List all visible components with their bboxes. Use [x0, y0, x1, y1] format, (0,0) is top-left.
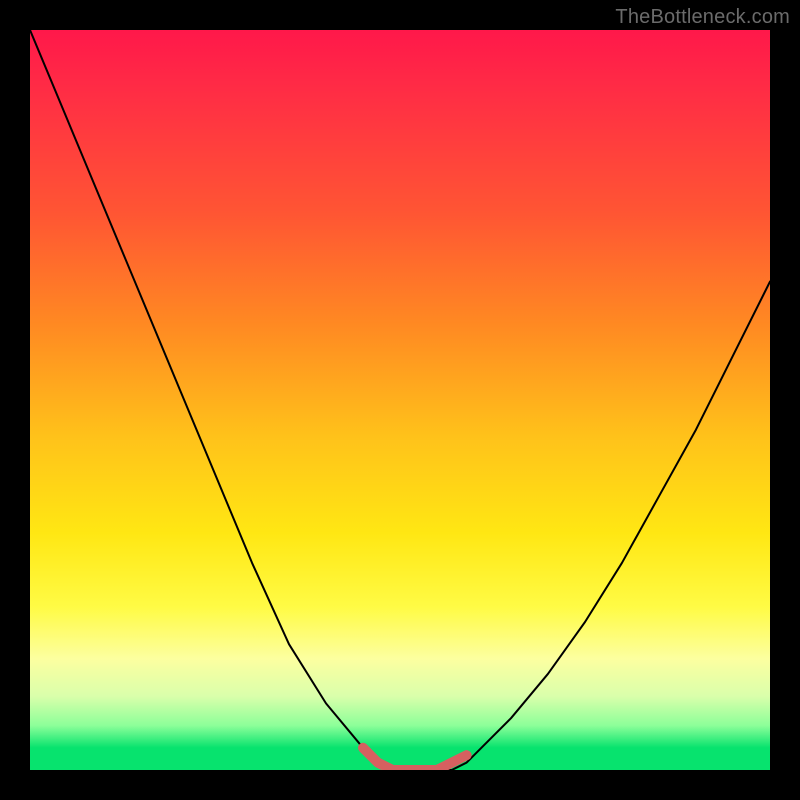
bottleneck-marker-segment [363, 748, 467, 770]
bottleneck-curve [30, 30, 770, 770]
chart-plot-area [30, 30, 770, 770]
chart-frame: TheBottleneck.com [0, 0, 800, 800]
watermark-text: TheBottleneck.com [615, 6, 790, 29]
chart-svg [30, 30, 770, 770]
